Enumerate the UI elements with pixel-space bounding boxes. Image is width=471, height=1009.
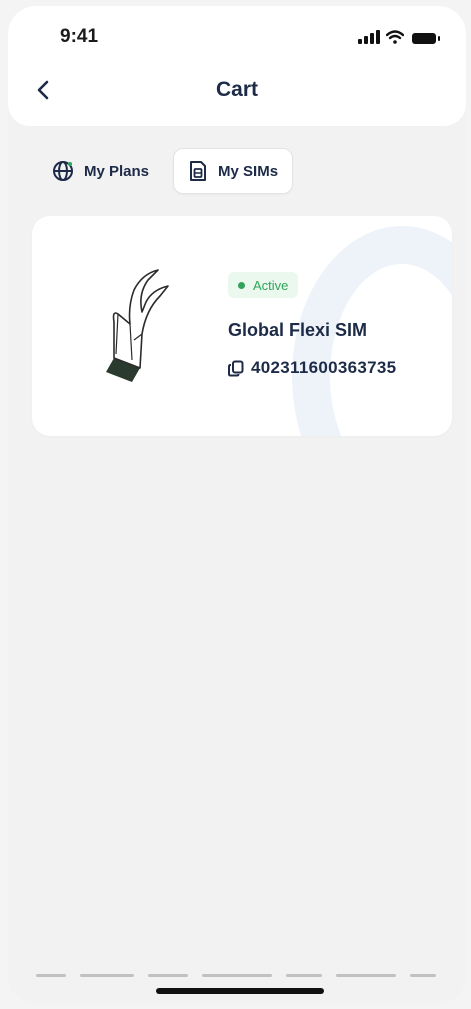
status-badge: Active [228, 272, 299, 298]
tab-my-sims[interactable]: My SIMs [173, 148, 294, 194]
sim-card-icon [190, 161, 207, 181]
status-dot [238, 281, 245, 289]
wifi-icon [386, 30, 404, 44]
home-indicator[interactable] [156, 988, 324, 994]
status-label: Active [253, 277, 289, 293]
partially-hidden-text [36, 974, 436, 980]
tab-label: My Plans [84, 162, 150, 180]
sim-card[interactable]: Active Global Flexi SIM 402311600363735 [32, 216, 452, 436]
copy-icon[interactable] [228, 360, 244, 377]
sim-number-row: 402311600363735 [228, 358, 396, 378]
sim-name: Global Flexi SIM [228, 320, 368, 340]
tab-my-plans[interactable]: My Plans [38, 148, 163, 194]
tab-bar: My Plans My SIMs [38, 148, 294, 194]
app-header: 9:41 Cart [8, 6, 466, 126]
page-title: Cart [215, 78, 258, 101]
sim-illustration [106, 269, 169, 382]
globe-icon [53, 161, 73, 181]
signal-icon [358, 30, 380, 44]
phone-screen: 9:41 Cart My Plans My SIMs Active Global… [8, 6, 466, 1004]
status-time: 9:41 [60, 26, 99, 47]
status-icons [358, 30, 440, 44]
tab-label: My SIMs [218, 162, 279, 180]
sim-number: 402311600363735 [251, 358, 397, 377]
battery-icon [412, 33, 440, 44]
